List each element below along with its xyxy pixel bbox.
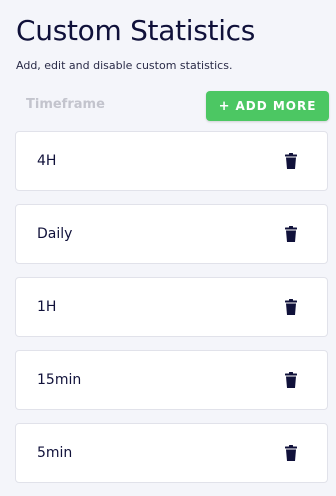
timeframe-label: 5min [37,445,73,461]
page-title: Custom Statistics [16,14,256,47]
timeframe-label: 1H [37,299,57,315]
list-item[interactable]: 15min [15,350,328,410]
list-item[interactable]: Daily [15,204,328,264]
trash-icon[interactable] [285,372,297,388]
trash-icon[interactable] [285,299,297,315]
list-item[interactable]: 1H [15,277,328,337]
timeframe-column-header: Timeframe [26,97,105,112]
timeframe-list: 4H Daily 1H 15min 5min [15,131,328,496]
timeframe-label: 15min [37,372,82,388]
list-item[interactable]: 4H [15,131,328,191]
plus-icon: + [218,98,231,114]
trash-icon[interactable] [285,153,297,169]
page-subtitle: Add, edit and disable custom statistics. [16,59,233,72]
trash-icon[interactable] [285,226,297,242]
add-more-button[interactable]: + ADD MORE [206,91,329,121]
add-more-label: ADD MORE [235,99,317,113]
trash-icon[interactable] [285,445,297,461]
timeframe-label: 4H [37,153,57,169]
list-item[interactable]: 5min [15,423,328,483]
timeframe-label: Daily [37,226,73,242]
